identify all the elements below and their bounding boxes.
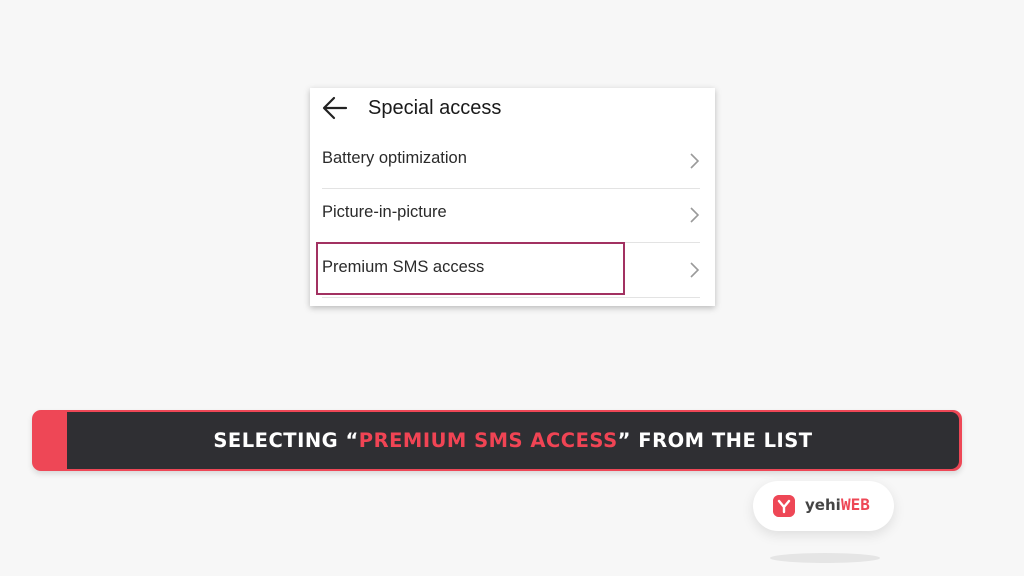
settings-item-premium-sms-access[interactable]: Premium SMS access	[310, 242, 715, 298]
logo-text-yehi: yehi	[805, 496, 841, 514]
logo-badge: yehi WEB	[753, 481, 894, 531]
caption-banner: SELECTING “PREMIUM SMS ACCESS” FROM THE …	[67, 412, 959, 469]
chevron-right-icon	[690, 262, 700, 278]
settings-screen: Special access Battery optimization Pict…	[310, 88, 715, 306]
settings-item-label: Picture-in-picture	[322, 203, 447, 221]
divider	[322, 297, 700, 298]
caption-prefix: SELECTING “	[213, 429, 359, 452]
settings-item-battery-optimization[interactable]: Battery optimization	[310, 135, 715, 189]
app-header: Special access	[310, 88, 715, 134]
logo-badge-shadow	[770, 553, 880, 563]
logo-text-web: WEB	[841, 495, 870, 514]
back-arrow-icon[interactable]	[322, 96, 348, 120]
yehiweb-logo-icon	[773, 495, 795, 517]
settings-item-picture-in-picture[interactable]: Picture-in-picture	[310, 189, 715, 243]
caption-suffix: ” FROM THE LIST	[617, 429, 813, 452]
caption-highlight: PREMIUM SMS ACCESS	[358, 429, 618, 452]
page-title: Special access	[368, 97, 502, 119]
chevron-right-icon	[690, 207, 700, 223]
chevron-right-icon	[690, 153, 700, 169]
settings-item-label: Premium SMS access	[322, 258, 485, 276]
caption-text: SELECTING “PREMIUM SMS ACCESS” FROM THE …	[67, 412, 959, 469]
settings-item-label: Battery optimization	[322, 149, 467, 167]
